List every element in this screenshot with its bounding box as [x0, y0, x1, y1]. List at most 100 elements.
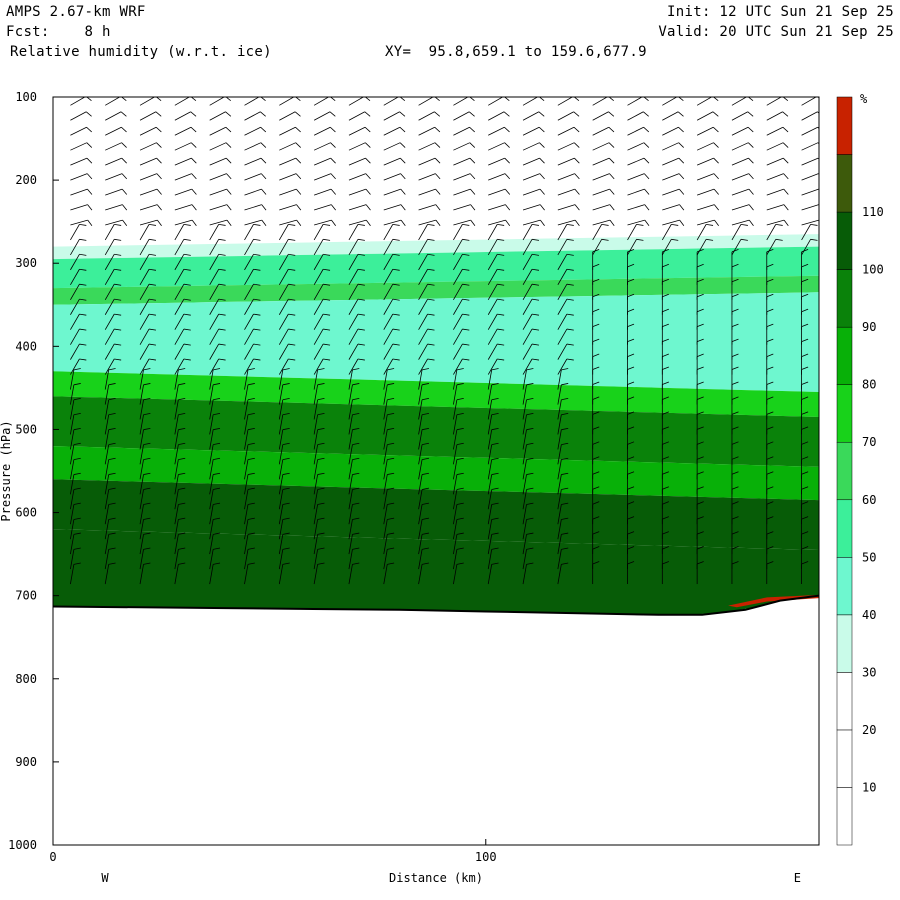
wind-barb [383, 126, 401, 136]
wind-barb-flag [121, 157, 127, 164]
wind-barb-flag [294, 111, 301, 117]
colorbar: 10 20 30 40 50 60 70 80 90 100 110% [836, 92, 884, 846]
wind-barb-flag [644, 219, 650, 226]
wind-barb [279, 204, 297, 211]
wind-barb-flag [183, 238, 191, 241]
x-axis-label: Distance (km) [389, 871, 483, 885]
wind-barb-flag [678, 173, 685, 180]
wind-barb [244, 142, 262, 151]
wind-barb [696, 111, 714, 121]
wind-barb-flag [365, 219, 371, 226]
wind-barb [313, 126, 331, 136]
wind-barb-flag [643, 157, 650, 164]
wind-barb [627, 111, 644, 121]
wind-barb-flag [783, 204, 789, 211]
wind-barb-flag [79, 238, 87, 241]
wind-barb [488, 111, 505, 121]
wind-barb-flag [331, 219, 336, 226]
wind-barb-flag [122, 219, 128, 226]
wind-barb [592, 188, 610, 196]
wind-barb [279, 126, 296, 136]
wind-barb [488, 204, 506, 211]
wind-barb [453, 204, 471, 211]
wind-barb [696, 126, 714, 136]
wind-barb [279, 97, 295, 106]
wind-barb [696, 142, 714, 151]
wind-barb-flag [782, 126, 789, 133]
wind-barb-flag [503, 111, 510, 117]
wind-barb-flag [114, 223, 122, 226]
y-tick-label: 500 [15, 422, 37, 436]
wind-barb-flag [365, 157, 371, 164]
wind-barb [348, 111, 366, 121]
colorbar-label: 60 [862, 493, 876, 507]
wind-barb [70, 111, 87, 121]
wind-barb [697, 204, 715, 211]
colorbar-swatch [836, 729, 853, 788]
wind-barb [244, 204, 262, 211]
wind-barb [522, 157, 540, 166]
wind-barb-flag [643, 126, 650, 133]
wind-barb-flag [392, 223, 400, 226]
wind-barb-flag [260, 126, 267, 133]
wind-barb-flag [712, 126, 719, 133]
wind-barb-flag [253, 238, 261, 241]
wind-barb-flag [323, 238, 331, 241]
wind-barb [418, 204, 436, 211]
wind-barb-flag [679, 204, 685, 211]
wind-barb [557, 173, 575, 181]
wind-barb [174, 111, 191, 121]
wind-barb [592, 126, 609, 136]
wind-barb [557, 126, 575, 136]
wind-barb [488, 157, 505, 166]
colorbar-swatch [836, 672, 853, 731]
wind-barb [696, 157, 714, 166]
wind-barb [174, 142, 192, 151]
wind-barb-flag [505, 204, 511, 211]
wind-barb [174, 188, 192, 196]
wind-barb [209, 188, 227, 196]
wind-barb [731, 204, 750, 211]
wind-barb [313, 111, 331, 121]
colorbar-label: 10 [862, 780, 876, 794]
rh-contour-fill [53, 234, 819, 615]
wind-barb [522, 97, 539, 106]
wind-barb-flag [643, 142, 650, 148]
wind-barb-flag [678, 142, 684, 148]
wind-barb-flag [261, 219, 267, 226]
y-tick-label: 400 [15, 339, 37, 353]
wind-barb-flag [608, 111, 615, 117]
wind-barb-flag [156, 157, 162, 164]
y-tick-label: 200 [15, 173, 37, 187]
wind-barb-flag [331, 204, 336, 211]
wind-barb [139, 188, 158, 196]
wind-barb-flag [747, 111, 754, 117]
wind-barb-flag [748, 219, 754, 226]
wind-barb-flag [504, 142, 510, 148]
wind-barb-flag [782, 142, 789, 148]
wind-barb [522, 188, 541, 196]
wind-barb-flag [538, 126, 545, 133]
wind-barb [209, 97, 225, 106]
wind-barb [557, 204, 576, 211]
wind-barb-flag [156, 173, 162, 180]
wind-barb [139, 204, 158, 211]
wind-barb [279, 111, 296, 121]
wind-barb [696, 97, 713, 106]
wind-barb [279, 142, 296, 151]
wind-barb [662, 111, 679, 121]
wind-barb-flag [218, 223, 226, 226]
wind-barb [592, 204, 610, 211]
wind-barb [105, 97, 121, 106]
wind-barb-flag [539, 173, 545, 180]
wind-barb-flag [364, 111, 371, 117]
wind-barb-flag [609, 204, 615, 211]
wind-barb-flag [86, 173, 93, 180]
wind-barb-flag [330, 173, 336, 180]
wind-barb-flag [399, 142, 406, 148]
wind-barb-flag [574, 157, 580, 164]
wind-barb-flag [504, 126, 510, 133]
wind-barb [139, 126, 157, 136]
wind-barb-flag [539, 142, 545, 148]
wind-barb-flag [295, 126, 301, 133]
